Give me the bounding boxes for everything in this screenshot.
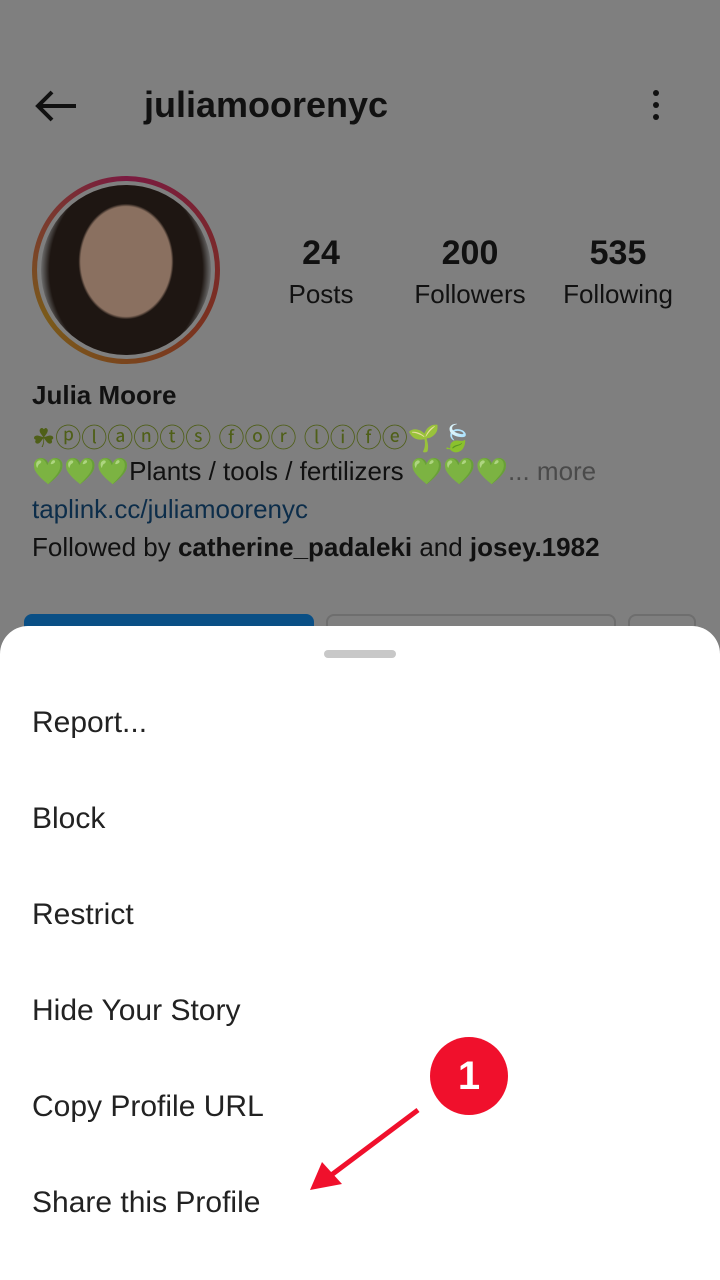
menu-item-share-profile[interactable]: Share this Profile: [32, 1186, 260, 1220]
followers-label: Followers: [414, 279, 526, 309]
bio-line-1: ☘ⓟⓛⓐⓝⓣⓢ ⓕⓞⓡ ⓛⓘⓕⓔ🌱🍃: [32, 423, 473, 453]
stat-following[interactable]: 535 Following: [548, 234, 688, 310]
sheet-drag-handle[interactable]: [324, 650, 396, 658]
followed-by: Followed by catherine_padaleki and josey…: [32, 532, 600, 563]
menu-item-block[interactable]: Block: [32, 802, 105, 836]
menu-item-copy-url[interactable]: Copy Profile URL: [32, 1090, 264, 1124]
stat-posts[interactable]: 24 Posts: [251, 234, 391, 310]
back-arrow-icon[interactable]: [32, 86, 80, 126]
profile-name: Julia Moore: [32, 380, 177, 410]
profile-photo: [41, 185, 211, 355]
following-label: Following: [563, 279, 673, 309]
annotation-step-badge: 1: [430, 1037, 508, 1115]
profile-username: juliamoorenyc: [144, 84, 389, 125]
menu-item-hide-story[interactable]: Hide Your Story: [32, 994, 240, 1028]
followed-and: and: [412, 532, 470, 562]
followed-prefix: Followed by: [32, 532, 178, 562]
stat-followers[interactable]: 200 Followers: [400, 234, 540, 310]
profile-link[interactable]: taplink.cc/juliamoorenyc: [32, 494, 308, 525]
hearts-emoji: 💚💚💚: [32, 456, 130, 486]
menu-item-report[interactable]: Report...: [32, 706, 147, 740]
hearts-emoji: 💚💚💚: [410, 456, 509, 486]
following-count: 535: [589, 234, 647, 272]
followed-user-2[interactable]: josey.1982: [470, 532, 600, 562]
followers-count: 200: [441, 234, 499, 272]
bio-line-2: 💚💚💚Plants / tools / fertilizers 💚💚💚... m…: [32, 456, 596, 487]
bio-text: Plants / tools / fertilizers: [129, 456, 411, 486]
annotation-arrow-icon: [310, 1108, 420, 1190]
followed-user-1[interactable]: catherine_padaleki: [178, 532, 412, 562]
posts-count: 24: [302, 234, 340, 272]
posts-label: Posts: [288, 279, 354, 309]
more-options-icon[interactable]: [644, 86, 668, 126]
menu-item-restrict[interactable]: Restrict: [32, 898, 134, 932]
avatar[interactable]: [32, 176, 220, 364]
more-link[interactable]: ... more: [508, 456, 596, 486]
